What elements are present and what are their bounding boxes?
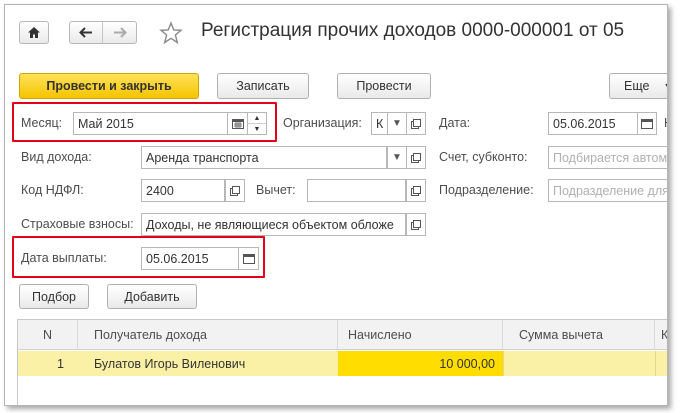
row-deduction <box>503 351 655 376</box>
organization-dropdown-button[interactable]: ▼ <box>387 112 407 135</box>
date-calendar-button[interactable] <box>637 112 657 135</box>
insurance-field[interactable]: Доходы, не являющиеся объектом обложе <box>141 213 406 236</box>
star-icon[interactable] <box>159 21 183 45</box>
deduction-field[interactable] <box>307 179 406 202</box>
add-button[interactable]: Добавить <box>107 284 197 309</box>
post-button[interactable]: Провести <box>337 73 431 99</box>
home-button[interactable] <box>19 21 49 44</box>
date-label: Дата: <box>439 116 471 130</box>
open-form-icon <box>230 185 240 196</box>
column-header-extra[interactable]: К <box>655 320 667 350</box>
forward-button[interactable] <box>103 22 136 43</box>
more-button[interactable]: Еще ▼ <box>609 73 667 99</box>
document-window: Регистрация прочих доходов 0000-000001 о… <box>4 4 668 406</box>
number-label: Н <box>664 116 667 130</box>
arrow-right-icon <box>113 27 127 38</box>
income-type-dropdown-button[interactable]: ▼ <box>387 146 407 169</box>
open-form-icon <box>411 185 421 196</box>
row-number: 1 <box>57 356 64 371</box>
account-label: Счет, субконто: <box>439 150 528 164</box>
organization-open-button[interactable] <box>406 112 426 135</box>
deduction-label: Вычет: <box>256 183 296 197</box>
income-type-field[interactable]: Аренда транспорта <box>141 146 387 169</box>
row-recipient: Булатов Игорь Виленович <box>94 356 246 371</box>
open-form-icon <box>411 118 421 129</box>
column-header-n[interactable]: N <box>18 320 78 350</box>
deduction-open-button[interactable] <box>406 179 426 202</box>
open-form-icon <box>411 152 421 163</box>
more-label: Еще <box>624 79 650 93</box>
income-type-open-button[interactable] <box>406 146 426 169</box>
column-header-deduction[interactable]: Сумма вычета <box>503 320 655 350</box>
write-button[interactable]: Записать <box>217 73 309 99</box>
income-table: N Получатель дохода Начислено Сумма выче… <box>17 319 667 405</box>
column-header-accrued[interactable]: Начислено <box>338 320 503 350</box>
ndfl-code-open-button[interactable] <box>225 179 245 202</box>
organization-label: Организация: <box>283 116 362 130</box>
page-title: Регистрация прочих доходов 0000-000001 о… <box>201 20 625 41</box>
table-header: N Получатель дохода Начислено Сумма выче… <box>18 320 667 350</box>
row-extra <box>655 351 667 376</box>
open-form-icon <box>411 219 421 230</box>
back-button[interactable] <box>70 22 104 43</box>
post-and-close-button[interactable]: Провести и закрыть <box>19 73 199 99</box>
calendar-icon <box>640 119 653 129</box>
ndfl-code-label: Код НДФЛ: <box>21 183 84 197</box>
annotation-box-month <box>12 102 277 142</box>
column-header-recipient[interactable]: Получатель дохода <box>78 320 338 350</box>
select-button[interactable]: Подбор <box>19 284 89 309</box>
date-field[interactable]: 05.06.2015 <box>548 112 638 135</box>
department-label: Подразделение: <box>439 183 534 197</box>
history-nav <box>69 21 137 44</box>
annotation-box-payment-date <box>12 236 265 278</box>
row-accrued: 10 000,00 <box>338 351 503 376</box>
dropdown-arrow-icon: ▼ <box>392 118 402 129</box>
arrow-left-icon <box>79 27 92 38</box>
ndfl-code-field[interactable]: 2400 <box>141 179 225 202</box>
insurance-open-button[interactable] <box>406 213 426 236</box>
account-field[interactable]: Подбирается автома <box>548 146 667 169</box>
department-field[interactable]: Подразделение для <box>548 179 667 202</box>
home-icon <box>28 27 40 38</box>
chevron-down-icon: ▼ <box>663 81 667 91</box>
table-row[interactable]: 1 Булатов Игорь Виленович 10 000,00 <box>18 351 667 376</box>
income-type-label: Вид дохода: <box>21 150 92 164</box>
dropdown-arrow-icon: ▼ <box>392 152 402 163</box>
insurance-label: Страховые взносы: <box>21 217 134 231</box>
